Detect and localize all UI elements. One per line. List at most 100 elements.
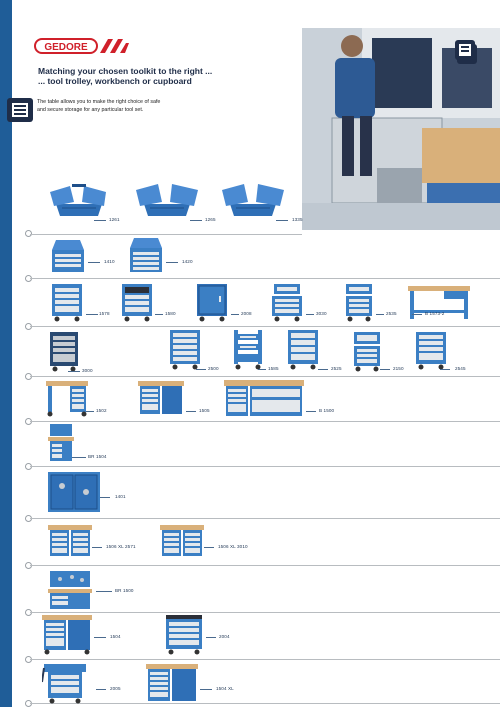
product-code: 1505 <box>199 408 210 413</box>
label-leader <box>380 369 390 370</box>
product-image-trolley <box>164 615 204 655</box>
product-image-wall-panel <box>48 472 100 512</box>
product-image-trolley <box>120 282 154 322</box>
product-code: BR 1504 <box>88 454 107 459</box>
product-code: BR 1500 <box>115 588 134 593</box>
product-image-trolley <box>232 328 264 370</box>
product-code: 1265 <box>205 217 216 222</box>
label-leader <box>190 220 202 221</box>
product-code: 1410 <box>104 259 115 264</box>
product-code: 1502 <box>96 408 107 413</box>
headline: Matching your chosen toolkit to the righ… <box>38 66 212 86</box>
headline-line-1: Matching your chosen toolkit to the righ… <box>38 66 213 76</box>
label-leader <box>200 689 212 690</box>
label-leader <box>86 411 94 412</box>
product-image-workbench <box>42 615 92 655</box>
product-code: 3000 <box>82 368 93 373</box>
label-leader <box>96 689 106 690</box>
product-code: 1580 <box>165 311 176 316</box>
product-image-trolley <box>168 328 202 370</box>
product-image-workbench <box>146 664 198 704</box>
label-leader <box>92 547 102 548</box>
label-leader <box>258 369 266 370</box>
intro-text: The table allows you to make the right c… <box>37 99 207 114</box>
product-code: 1506 XL 2571 <box>106 544 136 549</box>
product-code: 1504 <box>110 634 121 639</box>
product-code: B 1573-2 <box>425 311 445 316</box>
row-separator <box>30 326 500 327</box>
product-code: 1401 <box>115 494 126 499</box>
product-image-trolley <box>352 330 382 372</box>
label-leader <box>231 314 239 315</box>
product-image-workbench <box>46 381 88 417</box>
product-code: 2525 <box>331 366 342 371</box>
row-separator <box>30 376 500 377</box>
product-code: 2545 <box>455 366 466 371</box>
product-code: 1504 XL <box>216 686 234 691</box>
product-code: 3030 <box>316 311 327 316</box>
label-leader <box>94 637 106 638</box>
label-leader <box>276 220 288 221</box>
label-leader <box>94 220 106 221</box>
product-image-tool-chest <box>50 238 86 274</box>
product-code: 1420 <box>182 259 193 264</box>
label-leader <box>96 591 112 592</box>
row-separator <box>30 234 302 235</box>
product-image-trolley <box>48 330 80 372</box>
tool-cabinet-icon <box>455 40 475 60</box>
label-leader <box>306 314 314 315</box>
label-leader <box>72 457 86 458</box>
product-image-tool-chest <box>128 236 164 274</box>
product-image-trolley <box>50 282 84 322</box>
label-leader <box>318 369 328 370</box>
label-leader <box>440 369 450 370</box>
product-code: 2535 <box>386 311 397 316</box>
product-code: 1261 <box>109 217 120 222</box>
row-separator <box>30 466 500 467</box>
label-leader <box>206 637 216 638</box>
label-leader <box>412 314 422 315</box>
product-image-workbench <box>48 525 92 559</box>
product-code: 1335 <box>292 217 303 222</box>
row-separator <box>30 278 500 279</box>
label-leader <box>196 369 206 370</box>
row-separator <box>30 565 500 566</box>
product-image-trolley <box>286 328 320 370</box>
label-leader <box>68 371 80 372</box>
row-separator <box>30 518 500 519</box>
product-image-trolley <box>344 282 374 322</box>
product-code: B 1500 <box>319 408 335 413</box>
label-leader <box>155 314 163 315</box>
row-separator <box>30 659 500 660</box>
row-separator <box>30 612 500 613</box>
product-image-cabinet <box>195 282 229 322</box>
product-code: 2008 <box>241 311 252 316</box>
product-code: 2500 <box>208 366 219 371</box>
label-leader <box>86 314 98 315</box>
product-image-tool-box <box>220 182 286 218</box>
product-code: 1506 XL 3010 <box>218 544 248 549</box>
product-image-trolley <box>414 330 448 370</box>
product-code: 2004 <box>219 634 230 639</box>
product-code: 2150 <box>393 366 404 371</box>
row-separator <box>30 703 500 704</box>
label-leader <box>186 411 196 412</box>
label-leader <box>166 262 178 263</box>
product-image-trolley <box>270 282 304 322</box>
product-code: 1585 <box>268 366 279 371</box>
label-leader <box>204 547 214 548</box>
product-image-workbench <box>138 381 184 417</box>
gedore-logo: GEDORE <box>34 37 130 55</box>
headline-line-2: ... tool trolley, workbench or cupboard <box>38 76 192 86</box>
tool-cabinet-icon <box>7 98 33 122</box>
product-code: 2005 <box>110 686 121 691</box>
intro-line-2: and secure storage for any particular to… <box>37 106 144 113</box>
product-image-tool-box <box>134 182 200 218</box>
product-image-trolley <box>42 662 88 704</box>
label-leader <box>88 262 100 263</box>
product-image-workbench <box>48 571 92 611</box>
svg-text:GEDORE: GEDORE <box>44 42 88 53</box>
product-image-workbench <box>48 424 74 464</box>
product-code: 1578 <box>99 311 110 316</box>
product-image-tool-box <box>48 182 110 218</box>
